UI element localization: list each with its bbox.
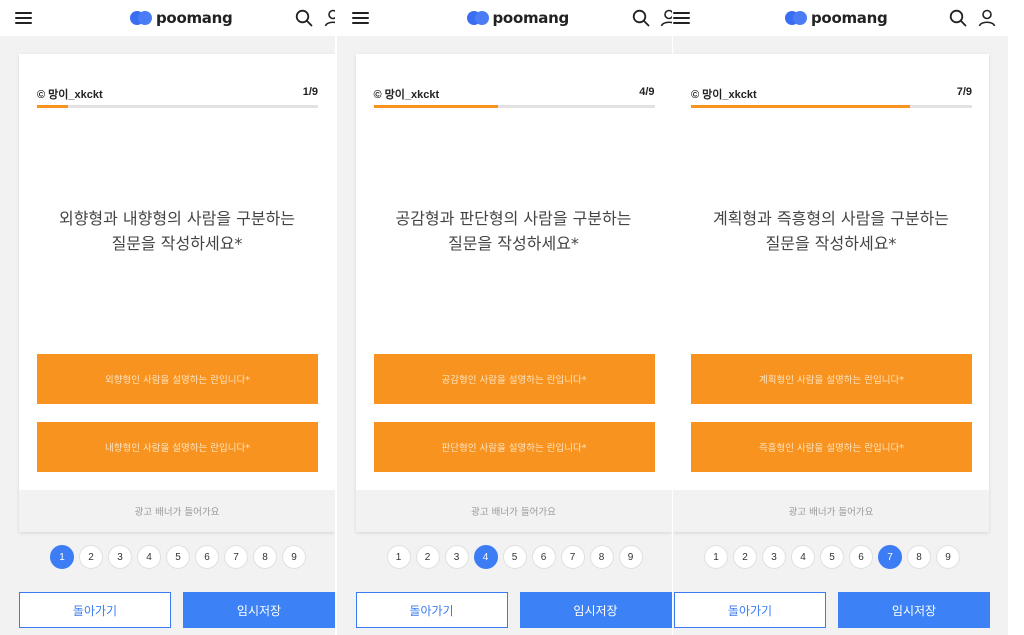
answer-field-1[interactable]: 외향형인 사람을 설명하는 란입니다*: [37, 354, 318, 404]
user-icon[interactable]: [978, 9, 996, 27]
brand-name: poomang: [811, 9, 888, 27]
ad-banner: 광고 배너가 들어가요: [19, 490, 335, 532]
page-number-2[interactable]: 2: [415, 545, 440, 569]
page-number-1[interactable]: 1: [704, 545, 728, 569]
page-number-9[interactable]: 9: [618, 545, 643, 569]
top-header: poomang: [673, 0, 1008, 36]
question-line-2: 질문을 작성하세요*: [448, 234, 579, 253]
temp-save-button[interactable]: 임시저장: [838, 592, 990, 628]
hamburger-menu-icon[interactable]: [673, 11, 690, 25]
top-header: poomang: [0, 0, 335, 36]
progress-count: 7/9: [956, 86, 972, 98]
question-prompt[interactable]: 외향형과 내향형의 사람을 구분하는 질문을 작성하세요*: [19, 206, 335, 256]
search-icon[interactable]: [295, 9, 313, 27]
question-line-2: 질문을 작성하세요*: [765, 234, 897, 253]
page-number-6[interactable]: 6: [195, 545, 219, 569]
ad-banner: 광고 배너가 들어가요: [355, 490, 672, 532]
question-card: © 망이_xkckt 4/9 공감형과 판단형의 사람을 구분하는 질문을 작성…: [355, 54, 672, 532]
page-number-2[interactable]: 2: [79, 545, 103, 569]
page-number-4[interactable]: 4: [791, 545, 815, 569]
progress-count: 4/9: [639, 86, 655, 98]
question-pager: 123456789: [704, 545, 965, 569]
answer-field-2[interactable]: 판단형인 사람을 설명하는 란입니다*: [373, 422, 655, 472]
question-pager: 123456789: [386, 545, 648, 569]
page-number-7[interactable]: 7: [224, 545, 248, 569]
page-number-9[interactable]: 9: [282, 545, 306, 569]
page-number-8[interactable]: 8: [907, 545, 931, 569]
page-number-1[interactable]: 1: [50, 545, 74, 569]
page-number-5[interactable]: 5: [502, 545, 527, 569]
poomang-logo-icon: [785, 11, 807, 25]
page-number-8[interactable]: 8: [253, 545, 277, 569]
page-number-3[interactable]: 3: [762, 545, 786, 569]
question-line-1: 계획형과 즉흥형의 사람을 구분하는: [712, 209, 950, 228]
question-pager: 123456789: [50, 545, 311, 569]
progress-bar: [373, 105, 655, 108]
page-number-6[interactable]: 6: [849, 545, 873, 569]
question-line-1: 공감형과 판단형의 사람을 구분하는: [395, 209, 632, 228]
page-number-4[interactable]: 4: [137, 545, 161, 569]
brand-logo[interactable]: poomang: [130, 8, 233, 28]
page-number-5[interactable]: 5: [166, 545, 190, 569]
progress-bar-fill: [691, 105, 910, 108]
temp-save-button[interactable]: 임시저장: [519, 592, 672, 628]
answer-field-1[interactable]: 계획형인 사람을 설명하는 란입니다*: [691, 354, 972, 404]
brand-name: poomang: [492, 9, 570, 27]
triple-screen-stage: poomang © 망이_xkckt 1/9 외향형과 내향형의 사람을 구분하…: [0, 0, 1024, 635]
question-line-1: 외향형과 내향형의 사람을 구분하는: [58, 209, 296, 228]
temp-save-button[interactable]: 임시저장: [183, 592, 335, 628]
page-number-5[interactable]: 5: [820, 545, 844, 569]
question-card: © 망이_xkckt 1/9 외향형과 내향형의 사람을 구분하는 질문을 작성…: [19, 54, 335, 532]
ad-banner: 광고 배너가 들어가요: [673, 490, 989, 532]
page-number-1[interactable]: 1: [386, 545, 411, 569]
hamburger-menu-icon[interactable]: [351, 11, 369, 25]
page-number-9[interactable]: 9: [936, 545, 960, 569]
author-credit: © 망이_xkckt: [691, 89, 757, 101]
page-number-4[interactable]: 4: [473, 545, 498, 569]
brand-logo[interactable]: poomang: [466, 8, 570, 28]
question-prompt[interactable]: 계획형과 즉흥형의 사람을 구분하는 질문을 작성하세요*: [673, 206, 989, 256]
poomang-logo-icon: [466, 11, 489, 25]
question-line-2: 질문을 작성하세요*: [111, 234, 243, 253]
back-button[interactable]: 돌아가기: [355, 592, 508, 628]
user-icon[interactable]: [660, 9, 672, 27]
search-icon[interactable]: [632, 9, 650, 27]
brand-logo[interactable]: poomang: [785, 8, 888, 28]
author-credit: © 망이_xkckt: [373, 89, 440, 101]
answer-field-2[interactable]: 내향형인 사람을 설명하는 란입니다*: [37, 422, 318, 472]
screen-panel-2: poomang © 망이_xkckt 4/9 공감형과 판단형의 사람을 구분하…: [336, 0, 672, 635]
page-number-7[interactable]: 7: [560, 545, 585, 569]
page-number-8[interactable]: 8: [589, 545, 614, 569]
page-number-3[interactable]: 3: [108, 545, 132, 569]
top-header: poomang: [336, 0, 672, 36]
author-credit: © 망이_xkckt: [37, 89, 103, 101]
search-icon[interactable]: [949, 9, 967, 27]
progress-bar-fill: [37, 105, 69, 108]
screen-panel-1: poomang © 망이_xkckt 1/9 외향형과 내향형의 사람을 구분하…: [0, 0, 335, 635]
back-button[interactable]: 돌아가기: [674, 592, 826, 628]
page-number-6[interactable]: 6: [531, 545, 556, 569]
page-number-3[interactable]: 3: [444, 545, 469, 569]
progress-bar-fill: [373, 105, 499, 108]
question-card: © 망이_xkckt 7/9 계획형과 즉흥형의 사람을 구분하는 질문을 작성…: [673, 54, 989, 532]
page-number-2[interactable]: 2: [733, 545, 757, 569]
page-number-7[interactable]: 7: [878, 545, 902, 569]
answer-field-2[interactable]: 즉흥형인 사람을 설명하는 란입니다*: [691, 422, 972, 472]
screen-panel-3: poomang © 망이_xkckt 7/9 계획형과 즉흥형의 사람을 구분하…: [673, 0, 1008, 635]
hamburger-menu-icon[interactable]: [15, 11, 32, 25]
progress-count: 1/9: [302, 86, 318, 98]
answer-field-1[interactable]: 공감형인 사람을 설명하는 란입니다*: [373, 354, 655, 404]
progress-bar: [691, 105, 972, 108]
back-button[interactable]: 돌아가기: [19, 592, 171, 628]
progress-bar: [37, 105, 318, 108]
user-icon[interactable]: [324, 9, 335, 27]
brand-name: poomang: [156, 9, 233, 27]
poomang-logo-icon: [130, 11, 152, 25]
question-prompt[interactable]: 공감형과 판단형의 사람을 구분하는 질문을 작성하세요*: [356, 206, 672, 256]
